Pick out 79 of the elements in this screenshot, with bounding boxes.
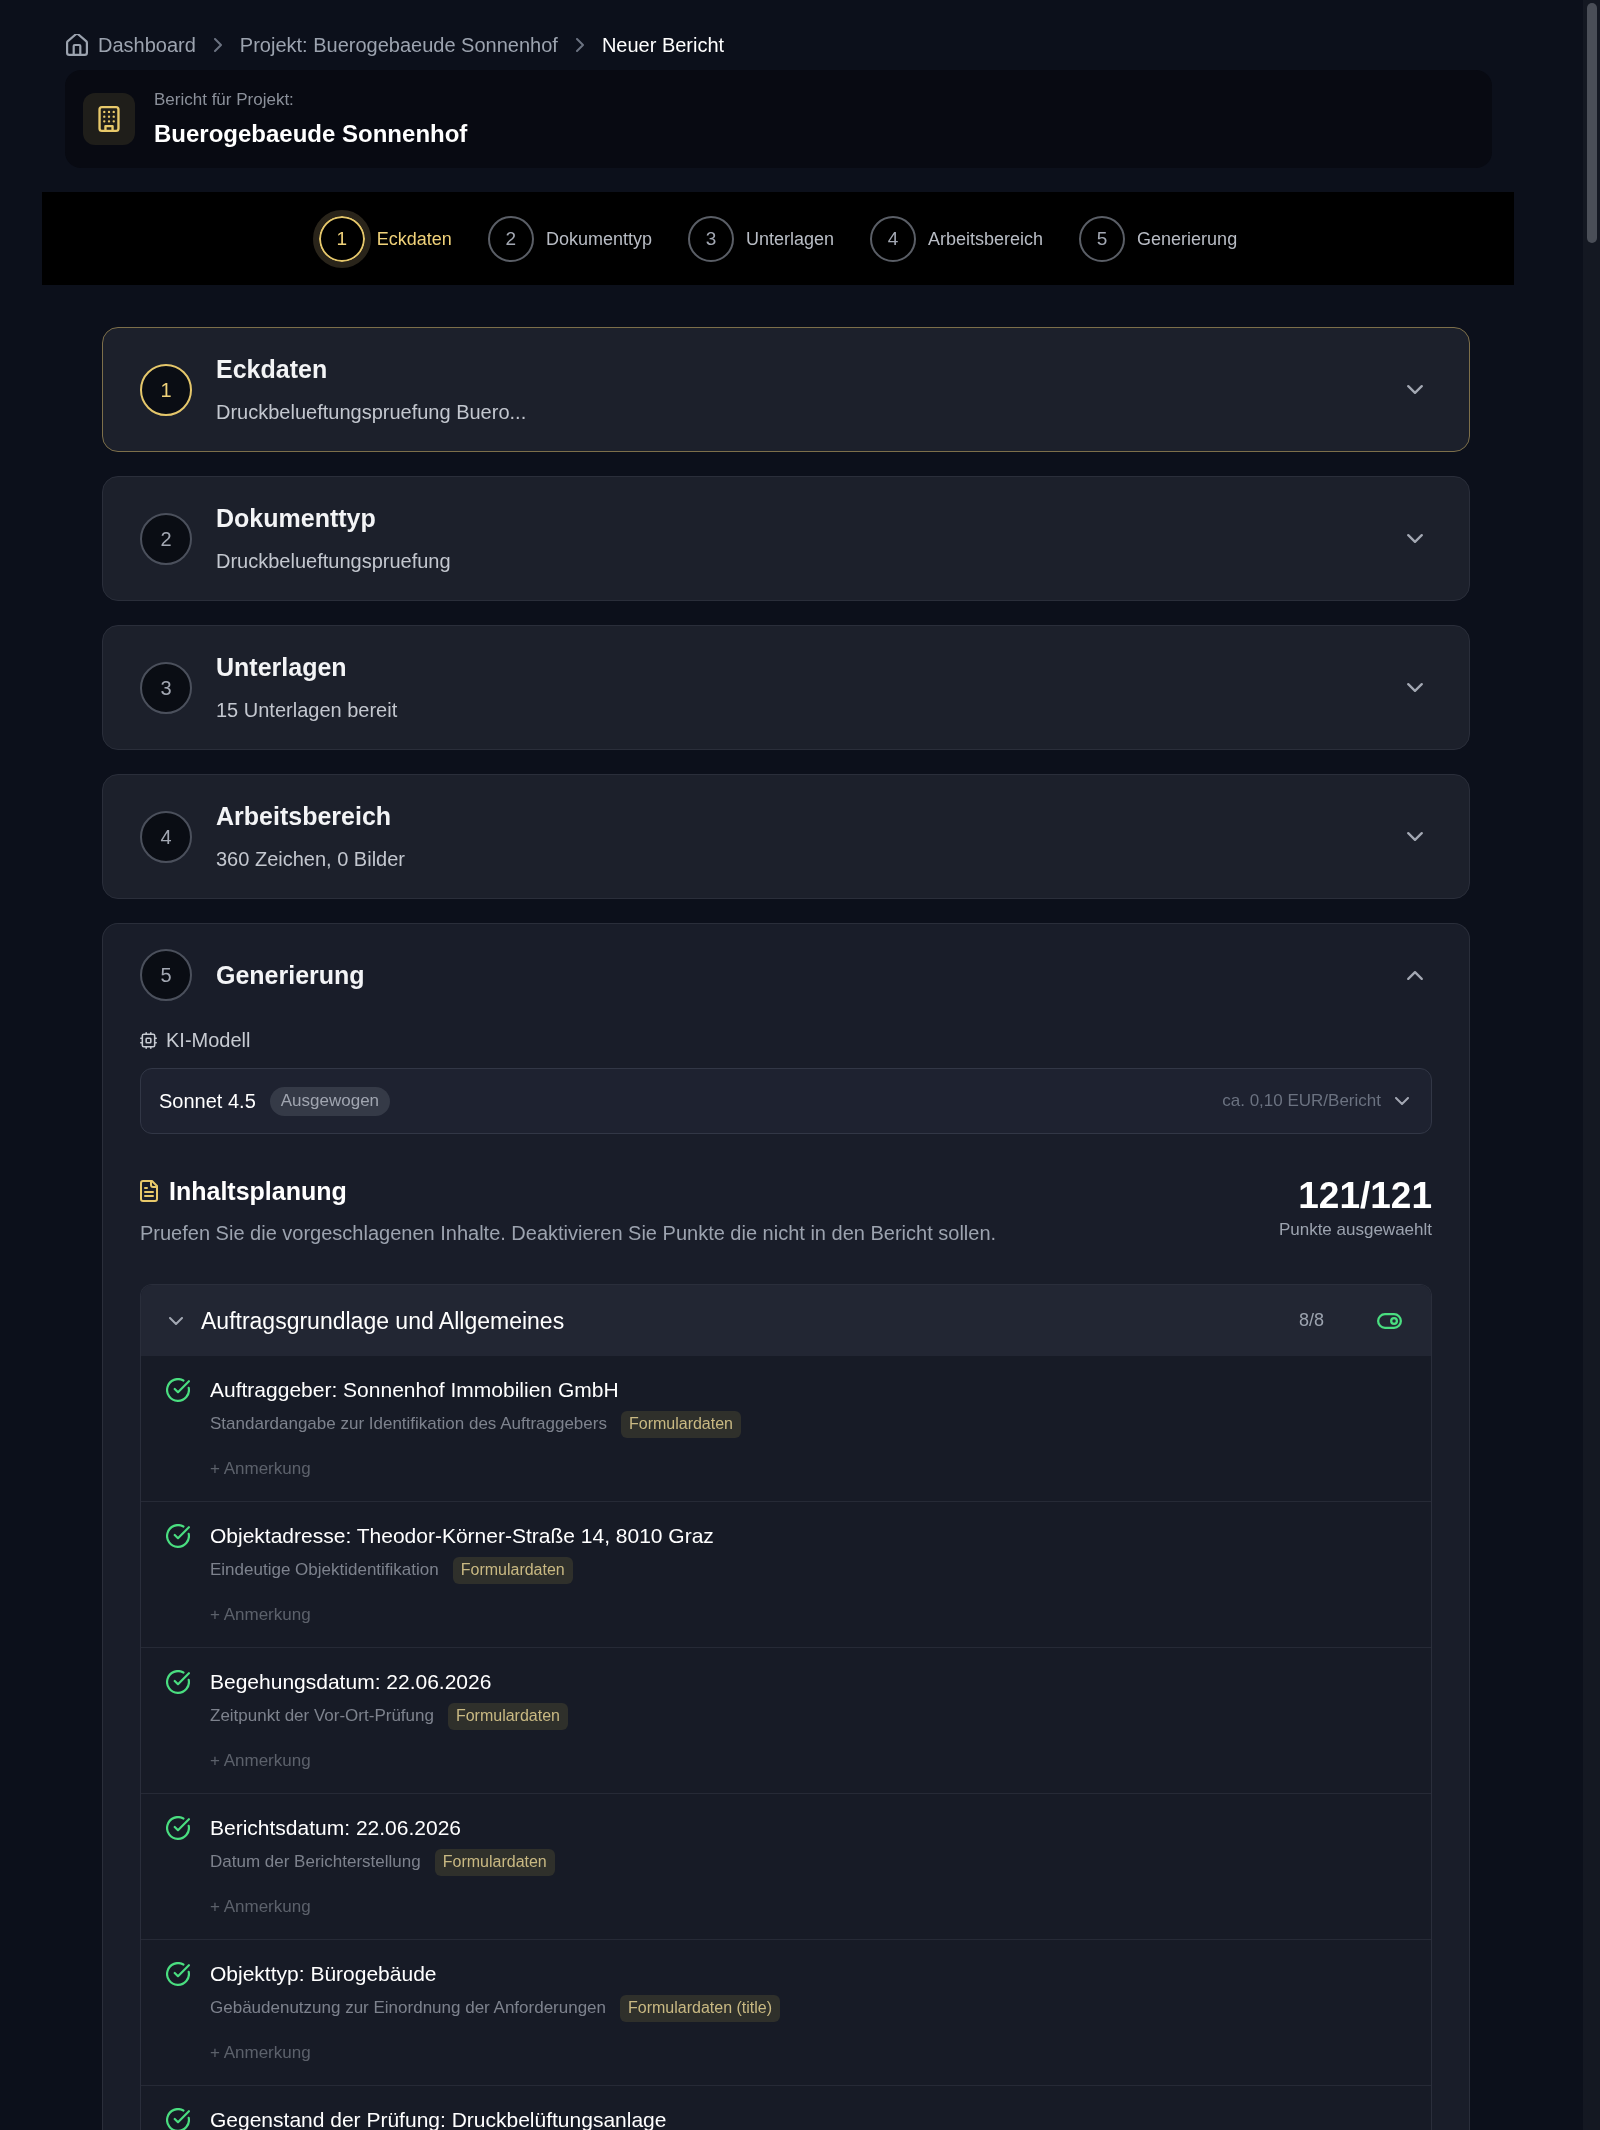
source-tag: Formulardaten xyxy=(447,1702,568,1730)
model-tag: Ausgewogen xyxy=(269,1086,391,1116)
step-card[interactable]: 3 Unterlagen 15 Unterlagen bereit xyxy=(102,625,1470,750)
item-description: Zeitpunkt der Vor-Ort-Prüfung xyxy=(210,1705,434,1728)
breadcrumb-link[interactable]: Dashboard xyxy=(66,31,196,59)
step-card[interactable]: 2 Dokumenttyp Druckbelueftungspruefung xyxy=(102,476,1470,601)
item-title: Begehungsdatum: 22.06.2026 xyxy=(210,1669,493,1695)
step-summary: Druckbelueftungspruefung xyxy=(216,548,452,574)
item-description: Datum der Berichterstellung xyxy=(210,1851,421,1874)
item-description: Eindeutige Objektidentifikation xyxy=(210,1559,439,1582)
step-number: 2 xyxy=(140,512,192,565)
step-card[interactable]: 4 Arbeitsbereich 360 Zeichen, 0 Bilder xyxy=(102,774,1470,899)
cpu-icon xyxy=(140,1031,157,1049)
step-number: 4 xyxy=(870,215,916,262)
item-description: Gebäudenutzung zur Einordnung der Anforderungen xyxy=(210,1997,607,2020)
step-summary: 15 Unterlagen bereit xyxy=(216,697,399,723)
selection-count: 121/121 xyxy=(1298,1174,1432,1218)
item-title: Berichtsdatum: 22.06.2026 xyxy=(210,1815,462,1841)
check-circle-icon[interactable] xyxy=(166,1962,190,1986)
price-text: ca. 0,10 EUR/Bericht xyxy=(1222,1090,1381,1113)
chevron-up-icon[interactable] xyxy=(1407,970,1423,980)
chevron-down-icon xyxy=(1395,1097,1409,1105)
stepper-step[interactable]: 3 Unterlagen xyxy=(687,215,834,262)
step-number: 3 xyxy=(687,215,734,262)
section-heading: Inhaltsplanung xyxy=(169,1176,347,1207)
check-circle-icon[interactable] xyxy=(166,1816,190,1840)
chevron-down-icon[interactable] xyxy=(1407,534,1423,543)
field-label: KI-Modell xyxy=(166,1028,251,1053)
step-number: 3 xyxy=(140,661,192,714)
step-title: Unterlagen xyxy=(216,651,348,682)
stepper-step[interactable]: 5 Generierung xyxy=(1079,215,1238,262)
stepper-step[interactable]: 1 Eckdaten xyxy=(312,209,452,268)
chevron-right-icon xyxy=(213,38,222,52)
stepper-step[interactable]: 2 Dokumenttyp xyxy=(487,215,652,262)
project-caption: Bericht für Projekt: xyxy=(154,89,295,111)
chevron-down-icon[interactable] xyxy=(169,1316,183,1325)
step-title: Generierung xyxy=(216,960,366,990)
step-number: 5 xyxy=(1079,215,1126,262)
breadcrumb-link[interactable]: Projekt: Buerogebaeude Sonnenhof xyxy=(239,31,558,59)
section-count: 8/8 xyxy=(1298,1309,1324,1332)
item-title: Objekttyp: Bürogebäude xyxy=(210,1961,438,1987)
chevron-down-icon[interactable] xyxy=(1407,683,1423,692)
step-title: Dokumenttyp xyxy=(216,502,377,533)
breadcrumb-current: Neuer Bericht xyxy=(601,33,725,58)
check-circle-icon[interactable] xyxy=(166,2108,190,2130)
selection-count-label: Punkte ausgewaehlt xyxy=(1278,1219,1432,1241)
step-summary: 360 Zeichen, 0 Bilder xyxy=(216,846,406,872)
step-number: 2 xyxy=(487,215,534,262)
model-select[interactable]: Sonnet 4.5 Ausgewogen ca. 0,10 EUR/Bericht xyxy=(140,1068,1432,1134)
check-circle-icon[interactable] xyxy=(166,1378,190,1402)
item-description: Standardangabe zur Identifikation des Auftraggebers xyxy=(210,1413,607,1436)
step-number: 1 xyxy=(312,209,371,268)
item-title: Auftraggeber: Sonnenhof Immobilien GmbH xyxy=(210,1377,620,1403)
item-title: Objektadresse: Theodor-Körner-Straße 14, 8010 Graz xyxy=(210,1523,714,1549)
source-tag: Formulardaten (title) xyxy=(620,1994,781,2022)
step-summary: Druckbelueftungspruefung Buero... xyxy=(216,399,528,425)
section-description: Pruefen Sie die vorgeschlagenen Inhalte. Deaktivieren Sie Punkte die nicht in den Bericht sollen. xyxy=(140,1221,997,1246)
chevron-right-icon xyxy=(575,38,584,52)
home-icon xyxy=(66,34,88,56)
step-card[interactable]: 1 Eckdaten Druckbelueftungspruefung Buero... xyxy=(102,327,1470,452)
toggle-icon[interactable] xyxy=(1377,1312,1402,1329)
step-number: 4 xyxy=(140,810,192,863)
source-tag: Formulardaten xyxy=(434,1848,555,1876)
check-circle-icon[interactable] xyxy=(166,1670,190,1694)
chevron-down-icon[interactable] xyxy=(1407,385,1423,394)
scrollbar-thumb[interactable] xyxy=(1586,3,1597,243)
step-number: 5 xyxy=(140,949,192,1001)
chevron-down-icon[interactable] xyxy=(1407,832,1423,841)
stepper-step[interactable]: 4 Arbeitsbereich xyxy=(870,215,1044,262)
step-title: Arbeitsbereich xyxy=(216,800,393,831)
building-icon xyxy=(83,93,135,145)
source-tag: Formulardaten xyxy=(452,1556,573,1584)
section-title: Auftragsgrundlage und Allgemeines xyxy=(201,1306,566,1336)
source-tag: Formulardaten xyxy=(620,1410,741,1438)
project-name: Buerogebaeude Sonnenhof xyxy=(154,119,468,149)
check-circle-icon[interactable] xyxy=(166,1524,190,1548)
step-number: 1 xyxy=(140,363,192,416)
step-title: Eckdaten xyxy=(216,353,329,384)
document-icon xyxy=(140,1180,158,1202)
